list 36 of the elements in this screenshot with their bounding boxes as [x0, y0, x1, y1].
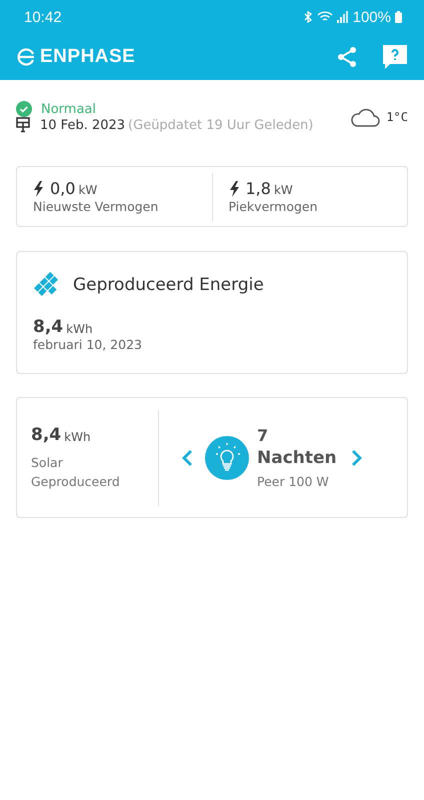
battery-icon [395, 11, 402, 23]
logo-icon [17, 48, 35, 66]
help-icon[interactable] [383, 45, 407, 69]
app-logo: ENPHASE [40, 46, 136, 68]
solar-unit: kWh [64, 430, 91, 444]
status-time: 10:42 [24, 8, 62, 26]
temperature: 1°C [386, 110, 408, 124]
lightning-icon [33, 180, 44, 196]
power-label: Nieuwste Vermogen [33, 199, 160, 214]
power-value: 0,0 [50, 179, 76, 198]
power-unit: kW [78, 183, 98, 198]
solar-label: Solar Geproduceerd [31, 454, 121, 490]
solar-value: 8,4 [31, 424, 62, 444]
lightning-icon [228, 180, 240, 196]
night-count: 7 [257, 426, 270, 445]
lightbulb-icon [205, 436, 249, 480]
energy-value: 8,4 [33, 317, 64, 337]
update-note: (Geüpdatet 19 Uur Geleden) [128, 118, 314, 132]
status-text: Normaal [41, 102, 96, 116]
energy-date: februari 10, 2023 [33, 337, 143, 352]
wifi-icon [316, 11, 333, 23]
power-unit: kW [274, 183, 293, 198]
bluetooth-icon [302, 11, 313, 23]
cloud-icon [350, 107, 380, 127]
energy-unit: kWh [66, 322, 93, 337]
signal-icon [336, 11, 349, 23]
power-label: Piekvermogen [228, 199, 319, 214]
gateway-icon [16, 117, 30, 133]
share-icon[interactable] [337, 46, 357, 68]
device-label: Peer 100 W [257, 474, 330, 489]
power-value: 1,8 [246, 179, 271, 198]
period-label: Nachten [257, 448, 338, 468]
check-icon [16, 101, 32, 117]
report-date: 10 Feb. 2023 [40, 118, 126, 132]
card-title: Geproduceerd Energie [73, 275, 264, 295]
battery-level: 100% [352, 8, 391, 26]
